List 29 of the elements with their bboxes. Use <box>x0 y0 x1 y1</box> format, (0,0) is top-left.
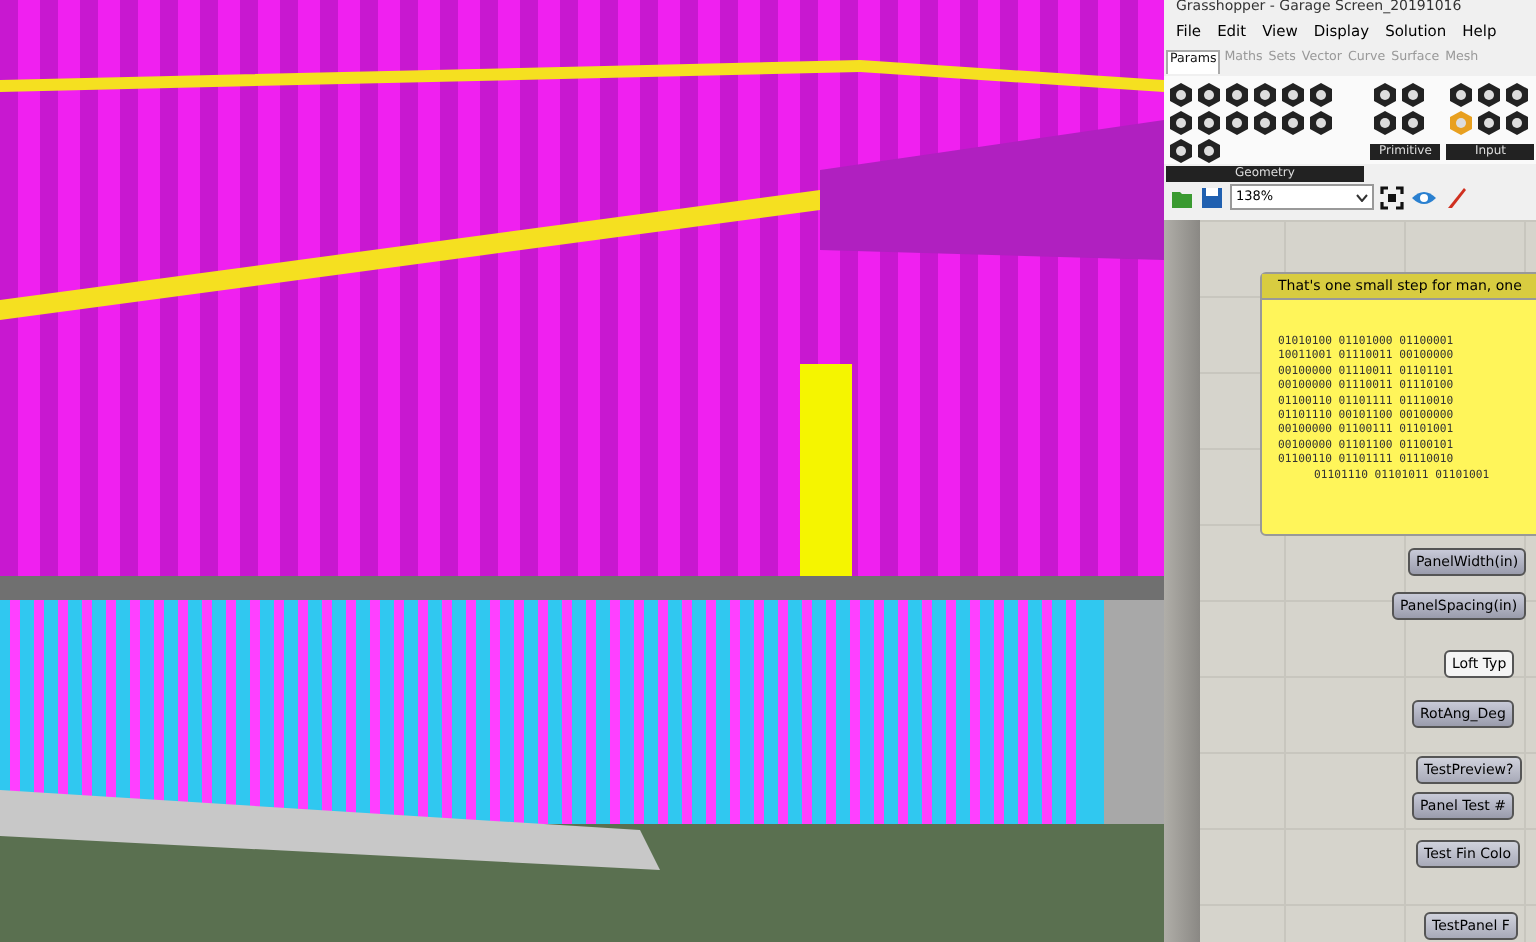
component-icon[interactable] <box>1476 110 1503 136</box>
component-icon[interactable] <box>1308 82 1334 108</box>
component-icon[interactable] <box>1504 82 1531 108</box>
component-icon[interactable] <box>1168 138 1194 164</box>
component-icon[interactable] <box>1168 110 1194 136</box>
component-icon[interactable] <box>1196 82 1222 108</box>
component-icon[interactable] <box>1504 110 1531 136</box>
component-icon[interactable] <box>1252 82 1278 108</box>
component-icon[interactable] <box>1476 82 1503 108</box>
component-icon[interactable] <box>1448 82 1475 108</box>
component-icon[interactable] <box>1399 82 1426 108</box>
save-icon[interactable] <box>1200 185 1224 209</box>
component-icon[interactable] <box>1371 110 1398 136</box>
component-icon[interactable] <box>1371 82 1398 108</box>
brush-icon[interactable] <box>1444 185 1468 209</box>
note-panel[interactable] <box>1260 272 1536 536</box>
component-icon[interactable] <box>1252 110 1278 136</box>
component-icon[interactable] <box>1399 110 1426 136</box>
component-icon[interactable] <box>1196 110 1222 136</box>
caret-icon <box>1356 194 1368 202</box>
component-icon[interactable] <box>1280 82 1306 108</box>
component-icon[interactable] <box>1224 82 1250 108</box>
component-icon[interactable] <box>1196 138 1222 164</box>
component-icon[interactable] <box>1224 110 1250 136</box>
component-icon[interactable] <box>1168 82 1194 108</box>
component-icon[interactable] <box>1308 110 1334 136</box>
component-icon[interactable] <box>1280 110 1306 136</box>
eye-icon[interactable] <box>1410 187 1438 207</box>
zoom-extents-icon[interactable] <box>1380 185 1404 209</box>
